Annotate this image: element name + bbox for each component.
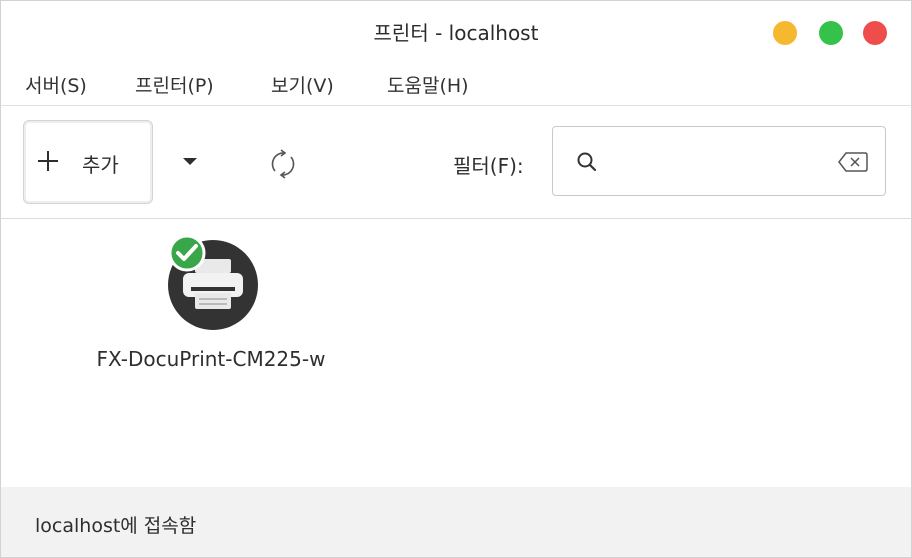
refresh-icon [271,149,295,179]
menu-bar: 서버(S) 프린터(P) 보기(V) 도움말(H) [1,61,911,106]
maximize-button[interactable] [819,21,843,45]
printer-name: FX-DocuPrint-CM225-w [96,347,326,371]
toolbar: 추가 필터(F): [1,106,911,219]
refresh-button[interactable] [263,144,303,184]
add-button-label: 추가 [82,153,119,177]
filter-label: 필터(F): [453,154,524,178]
printer-list: FX-DocuPrint-CM225-w [1,219,911,487]
minimize-button[interactable] [773,21,797,45]
search-icon [577,152,597,172]
plus-icon [38,151,58,171]
add-button[interactable]: 추가 [23,120,153,204]
default-check-icon [168,234,206,272]
filter-search-box[interactable] [552,126,886,196]
chevron-down-icon [183,158,197,165]
menu-printer[interactable]: 프린터(P) [135,71,214,98]
printer-item[interactable]: FX-DocuPrint-CM225-w [51,231,381,381]
filter-input[interactable] [609,145,823,179]
menu-view[interactable]: 보기(V) [271,71,334,98]
add-dropdown-button[interactable] [173,146,209,176]
status-text: localhost에 접속함 [35,515,197,537]
status-bar: localhost에 접속함 [1,487,911,557]
close-button[interactable] [863,21,887,45]
printers-window: 프린터 - localhost 서버(S) 프린터(P) 보기(V) 도움말(H… [0,0,912,558]
menu-help[interactable]: 도움말(H) [387,71,469,98]
menu-server[interactable]: 서버(S) [25,71,87,98]
clear-icon[interactable] [837,150,869,174]
title-bar[interactable]: 프린터 - localhost [1,1,911,61]
